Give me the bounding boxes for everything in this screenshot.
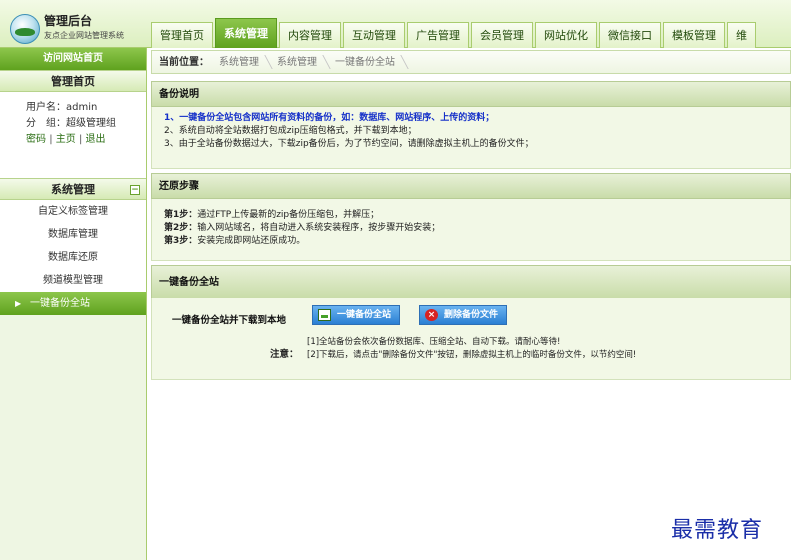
top-nav: 管理首页 系统管理 内容管理 互动管理 广告管理 会员管理 网站优化 微信接口 …: [151, 18, 758, 48]
desc-line-1-text: 一键备份全站包含网站所有资料的备份，如：数据库、网站程序、上传的资料；: [179, 113, 495, 123]
tab-seo[interactable]: 网站优化: [535, 22, 597, 48]
breadcrumb-item[interactable]: 系统管理: [213, 51, 271, 73]
desc-line-1-prefix: 1、: [164, 113, 180, 123]
menu-item-database[interactable]: 数据库管理: [0, 223, 146, 246]
logout-link[interactable]: 退出: [86, 134, 106, 145]
step-text: 输入网站域名，将自动进入系统安装程序，按步骤开始安装；: [197, 223, 441, 233]
tab-templates[interactable]: 模板管理: [663, 22, 725, 48]
menu-item-one-click-backup[interactable]: ▶ 一键备份全站: [0, 292, 146, 315]
desc-line-2: 2、系统自动将全站数据打包成zip压缩包格式，并下载到本地；: [164, 126, 417, 136]
username-label: 用户名：: [26, 102, 66, 113]
tab-wechat[interactable]: 微信接口: [599, 22, 661, 48]
collapse-icon[interactable]: −: [130, 185, 140, 195]
link-separator: |: [49, 134, 53, 145]
user-links: 密码 | 主页 | 退出: [26, 132, 146, 148]
visit-site-link[interactable]: 访问网站首页: [0, 48, 146, 70]
breadcrumb-item[interactable]: 系统管理: [271, 51, 329, 73]
password-link[interactable]: 密码: [26, 134, 46, 145]
watermark: 最需教育: [671, 518, 764, 543]
backup-row-label: 一键备份全站并下载到本地: [172, 315, 287, 326]
system-menu: 自定义标签管理 数据库管理 数据库还原 频道模型管理 ▶ 一键备份全站: [0, 200, 146, 315]
tab-ads[interactable]: 广告管理: [407, 22, 469, 48]
menu-item-db-restore[interactable]: 数据库还原: [0, 246, 146, 269]
step-label: 第1步：: [164, 210, 198, 220]
step-text: 通过FTP上传最新的zip备份压缩包，并解压；: [197, 210, 380, 220]
logo: 管理后台 友点企业网站管理系统: [4, 6, 148, 46]
username-value: admin: [66, 102, 98, 113]
main-content: 当前位置： 系统管理 系统管理 一键备份全站 备份说明 1、一键备份全站包含网站…: [148, 48, 791, 560]
delete-backup-button[interactable]: × 删除备份文件: [419, 305, 508, 325]
restore-step: 第3步：安装完成即网站还原成功。: [164, 235, 790, 248]
username-row: 用户名：admin: [26, 100, 146, 116]
desc-line-3: 3、由于全站备份数据过大，下载zip备份后，为了节约空间，请删除虚拟主机上的备份…: [164, 139, 534, 149]
tab-home[interactable]: 管理首页: [151, 22, 213, 48]
group-row: 分 组：超级管理组: [26, 116, 146, 132]
note-line-1: [1]全站备份会依次备份数据库、压缩全站、自动下载。请耐心等待!: [307, 337, 561, 347]
homepage-link[interactable]: 主页: [56, 134, 76, 145]
breadcrumb-label: 当前位置：: [159, 57, 209, 68]
app-title: 管理后台: [44, 14, 93, 28]
menu-item-custom-tags[interactable]: 自定义标签管理: [0, 200, 146, 223]
tab-interaction[interactable]: 互动管理: [343, 22, 405, 48]
group-label: 分 组：: [26, 118, 66, 129]
one-click-backup-button[interactable]: 一键备份全站: [312, 305, 401, 325]
tab-members[interactable]: 会员管理: [471, 22, 533, 48]
home-section-title[interactable]: 管理首页: [0, 70, 146, 92]
backup-button-label: 一键备份全站: [337, 310, 392, 320]
restore-heading: 还原步骤: [151, 173, 791, 199]
backup-desc-body: 1、一键备份全站包含网站所有资料的备份，如：数据库、网站程序、上传的资料； 2、…: [151, 107, 791, 169]
link-separator: |: [78, 134, 83, 145]
logo-icon: [10, 14, 40, 44]
tab-content[interactable]: 内容管理: [279, 22, 341, 48]
group-value: 超级管理组: [66, 118, 116, 129]
restore-step: 第1步：通过FTP上传最新的zip备份压缩包，并解压；: [164, 209, 790, 222]
system-section-title[interactable]: 系统管理 −: [0, 178, 146, 200]
breadcrumb: 当前位置： 系统管理 系统管理 一键备份全站: [151, 50, 791, 74]
restore-step: 第2步：输入网站域名，将自动进入系统安装程序，按步骤开始安装；: [164, 222, 790, 235]
desc-line-1: 1、一键备份全站包含网站所有资料的备份，如：数据库、网站程序、上传的资料；: [164, 112, 790, 125]
note-label: 注意：: [270, 349, 299, 360]
app-header: 管理后台 友点企业网站管理系统 管理首页 系统管理 内容管理 互动管理 广告管理…: [0, 0, 791, 48]
sidebar: 访问网站首页 管理首页 用户名：admin 分 组：超级管理组 密码 | 主页 …: [0, 48, 147, 560]
user-info: 用户名：admin 分 组：超级管理组 密码 | 主页 | 退出: [0, 92, 146, 178]
breadcrumb-item-current: 一键备份全站: [329, 51, 407, 73]
step-label: 第3步：: [164, 236, 198, 246]
app-subtitle: 友点企业网站管理系统: [44, 31, 124, 40]
backup-icon: [318, 309, 331, 321]
one-click-heading: 一键备份全站: [151, 265, 791, 299]
system-section-label: 系统管理: [51, 183, 95, 196]
tab-more[interactable]: 维: [727, 22, 756, 48]
delete-button-label: 删除备份文件: [444, 310, 499, 320]
backup-action-row: 一键备份全站并下载到本地 一键备份全站 × 删除备份文件 注意： [1]全站备份…: [151, 298, 791, 380]
note-line-2: [2]下载后，请点击"删除备份文件"按钮，删除虚拟主机上的临时备份文件，以节约空…: [307, 350, 637, 360]
backup-desc-heading: 备份说明: [151, 81, 791, 107]
chevron-right-icon: ▶: [15, 299, 22, 308]
step-text: 安装完成即网站还原成功。: [197, 236, 306, 246]
note-lines: [1]全站备份会依次备份数据库、压缩全站、自动下载。请耐心等待! [2]下载后，…: [307, 336, 636, 362]
menu-item-label: 一键备份全站: [30, 298, 90, 309]
menu-item-channel-models[interactable]: 频道模型管理: [0, 269, 146, 292]
delete-icon: ×: [425, 309, 438, 321]
step-label: 第2步：: [164, 223, 198, 233]
restore-steps: 第1步：通过FTP上传最新的zip备份压缩包，并解压； 第2步：输入网站域名，将…: [151, 199, 791, 261]
tab-system[interactable]: 系统管理: [215, 18, 277, 48]
